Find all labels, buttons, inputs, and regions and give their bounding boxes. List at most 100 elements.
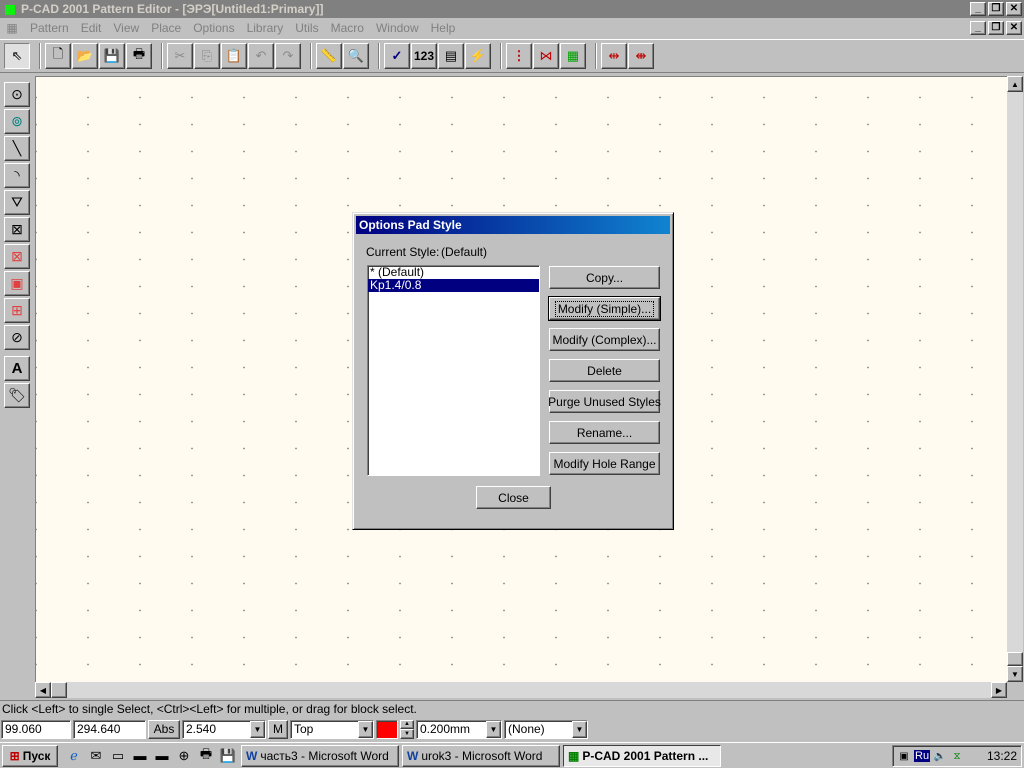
taskbar-button-word-urok3[interactable]: W urok3 - Microsoft Word (402, 744, 560, 767)
clock[interactable]: 13:22 (987, 749, 1017, 763)
restore-button[interactable]: ❐ (988, 2, 1004, 16)
disk-icon[interactable]: 💾 (218, 746, 238, 766)
volume-icon[interactable]: 🔈 (933, 749, 947, 763)
select-tool-button[interactable]: ⇖ (4, 43, 30, 69)
menu-utils[interactable]: Utils (289, 21, 324, 35)
list-item[interactable]: Kp1.4/0.8 (368, 279, 539, 292)
y-coordinate-field[interactable]: 294.640 (73, 719, 146, 739)
pcad-app-icon[interactable]: ▦ (2, 1, 18, 17)
purge-unused-styles-button[interactable]: Purge Unused Styles (548, 390, 661, 413)
horizontal-scrollbar[interactable]: ◀ ▶ (35, 682, 1007, 698)
chevron-down-icon[interactable]: ▼ (358, 720, 373, 738)
place-cutout-button[interactable]: ▣ (4, 271, 30, 296)
undo-button[interactable]: ↶ (248, 43, 274, 69)
close-dialog-button[interactable]: Close (476, 486, 551, 509)
delete-button[interactable]: Delete (549, 359, 660, 382)
lightning-button[interactable]: ⚡ (465, 43, 491, 69)
dialog-title[interactable]: Options Pad Style (356, 216, 670, 234)
doc-close-button[interactable]: ✕ (1006, 21, 1022, 35)
units-button[interactable]: M (268, 719, 288, 739)
line-width-combo[interactable]: 0.200mm ▼ (416, 719, 502, 739)
place-polygon-button[interactable]: ⛛ (4, 190, 30, 215)
chevron-down-icon[interactable]: ▼ (572, 720, 587, 738)
color-spinner[interactable]: ▲ ▼ (400, 719, 414, 739)
abs-rel-button[interactable]: Abs (148, 719, 180, 739)
chevron-down-icon[interactable]: ▼ (250, 720, 265, 738)
spin-down-icon[interactable]: ▼ (400, 729, 414, 739)
printer-icon[interactable]: 🖶 (196, 746, 216, 766)
copy-button[interactable]: Copy... (549, 266, 660, 289)
place-copper-button[interactable]: ⊠ (4, 244, 30, 269)
pad-align-button[interactable]: ⋮ (506, 43, 532, 69)
pad-color-button[interactable]: ▦ (560, 43, 586, 69)
measure-button[interactable]: 📏 (316, 43, 342, 69)
internet-explorer-icon[interactable]: ℯ (64, 746, 84, 766)
horizontal-scroll-thumb[interactable] (51, 682, 67, 698)
menu-edit[interactable]: Edit (75, 21, 108, 35)
modify-hole-range-button[interactable]: Modify Hole Range (549, 452, 660, 475)
place-plane-button[interactable]: ⊞ (4, 298, 30, 323)
minimize-button[interactable]: _ (970, 2, 986, 16)
print-button[interactable]: 🖶 (126, 43, 152, 69)
x-coordinate-field[interactable]: 99.060 (1, 719, 71, 739)
place-text-button[interactable]: A (4, 356, 30, 381)
renumber-button[interactable]: 123 (411, 43, 437, 69)
menu-help[interactable]: Help (425, 21, 462, 35)
pad-style-list[interactable]: * (Default) Kp1.4/0.8 (367, 265, 540, 476)
doc-minimize-button[interactable]: _ (970, 21, 986, 35)
save-button[interactable]: 💾 (99, 43, 125, 69)
menu-options[interactable]: Options (187, 21, 240, 35)
zoom-button[interactable]: 🔍 (343, 43, 369, 69)
doc-restore-button[interactable]: ❐ (988, 21, 1004, 35)
grid-combo[interactable]: 2.540 ▼ (182, 719, 266, 739)
tray-network-icon[interactable]: ⧖ (950, 749, 964, 763)
menu-place[interactable]: Place (145, 21, 187, 35)
taskbar-button-pcad[interactable]: ▦ P-CAD 2001 Pattern ... (563, 744, 721, 767)
desktop-icon[interactable]: ▭ (108, 746, 128, 766)
scroll-up-button[interactable]: ▲ (1007, 76, 1023, 92)
place-prohibited-button[interactable]: ⊘ (4, 325, 30, 350)
place-pad-button[interactable]: ⊙ (4, 82, 30, 107)
pad-gather-button[interactable]: ⇼ (628, 43, 654, 69)
drive-icon[interactable]: ▬ (130, 746, 150, 766)
layer-combo[interactable]: Top ▼ (290, 719, 374, 739)
place-via-button[interactable]: ⊚ (4, 109, 30, 134)
rename-button[interactable]: Rename... (549, 421, 660, 444)
taskbar-button-word-chast3[interactable]: W часть3 - Microsoft Word (241, 744, 399, 767)
pad-mirror-button[interactable]: ⋈ (533, 43, 559, 69)
menu-view[interactable]: View (107, 21, 145, 35)
outlook-icon[interactable]: ✉ (86, 746, 106, 766)
place-line-button[interactable]: ╲ (4, 136, 30, 161)
copy-button[interactable]: ⎘ (194, 43, 220, 69)
tray-app-icon[interactable]: ▣ (897, 749, 911, 763)
drive2-icon[interactable]: ▬ (152, 746, 172, 766)
menu-window[interactable]: Window (370, 21, 425, 35)
close-button[interactable]: ✕ (1006, 2, 1022, 16)
pad-spread-button[interactable]: ⇹ (601, 43, 627, 69)
start-button[interactable]: ⊞ Пуск (2, 744, 58, 767)
menu-library[interactable]: Library (241, 21, 290, 35)
menu-macro[interactable]: Macro (325, 21, 370, 35)
menu-pattern[interactable]: Pattern (24, 21, 75, 35)
redo-button[interactable]: ↷ (275, 43, 301, 69)
vertical-scrollbar[interactable]: ▲ ▼ (1007, 76, 1023, 682)
layer-color-swatch[interactable] (376, 719, 398, 739)
pattern-properties-button[interactable]: ▤ (438, 43, 464, 69)
document-system-icon[interactable]: ▦ (4, 20, 20, 36)
paste-button[interactable]: 📋 (221, 43, 247, 69)
network-icon[interactable]: ⊕ (174, 746, 194, 766)
modify-complex-button[interactable]: Modify (Complex)... (549, 328, 660, 351)
open-button[interactable]: 📂 (72, 43, 98, 69)
spin-up-icon[interactable]: ▲ (400, 719, 414, 729)
scroll-down-button[interactable]: ▼ (1007, 666, 1023, 682)
place-keepout-button[interactable]: ⊠ (4, 217, 30, 242)
modify-simple-button[interactable]: Modify (Simple)... (548, 296, 661, 321)
scroll-right-button[interactable]: ▶ (991, 682, 1007, 698)
pad-option-combo[interactable]: (None) ▼ (504, 719, 588, 739)
place-attribute-button[interactable]: 🏷 (4, 383, 30, 408)
new-button[interactable]: 🗋 (45, 43, 71, 69)
scroll-left-button[interactable]: ◀ (35, 682, 51, 698)
cut-button[interactable]: ✂ (167, 43, 193, 69)
chevron-down-icon[interactable]: ▼ (486, 720, 501, 738)
vertical-scroll-thumb[interactable] (1007, 652, 1023, 666)
